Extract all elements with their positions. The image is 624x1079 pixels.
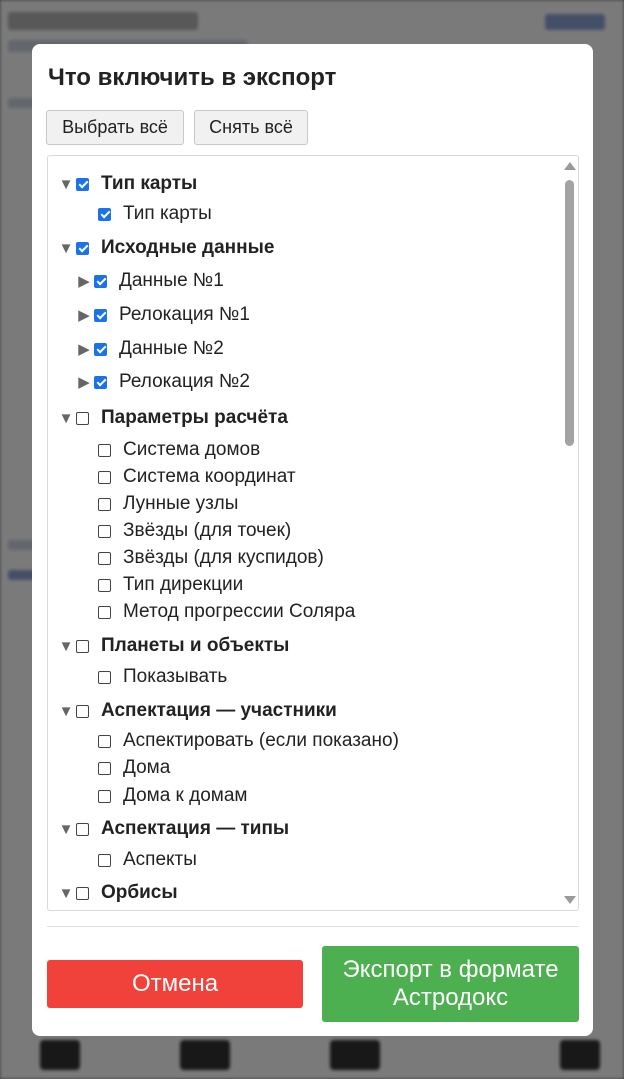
group-label: Аспектация — типы <box>101 818 290 839</box>
select-all-button[interactable]: Выбрать всё <box>46 110 184 145</box>
tree-item[interactable]: Дома <box>98 756 170 780</box>
caret-right-icon[interactable]: ▶ <box>76 341 92 358</box>
tree-item[interactable]: ▶ Релокация №2 <box>76 370 250 394</box>
item-checkbox[interactable] <box>98 470 111 484</box>
tree-group[interactable]: ▼ Параметры расчёта <box>58 406 288 430</box>
item-checkbox[interactable] <box>98 789 111 803</box>
group-label: Планеты и объекты <box>101 635 290 656</box>
export-options-tree[interactable]: ▼ Тип карты Тип карты ▼ Исходные данные ▶ Данн… <box>47 155 579 911</box>
tree-item[interactable]: Метод прогрессии Соляра <box>98 600 355 624</box>
caret-down-icon[interactable]: ▼ <box>58 821 74 838</box>
item-checkbox[interactable] <box>98 551 111 565</box>
tree-item[interactable]: Лунные узлы <box>98 492 238 516</box>
item-label: Лунные узлы <box>123 493 239 514</box>
dialog-title: Что включить в экспорт <box>48 64 337 91</box>
item-checkbox[interactable] <box>98 578 111 592</box>
caret-down-icon[interactable]: ▼ <box>58 885 74 902</box>
caret-right-icon[interactable]: ▶ <box>76 374 92 391</box>
item-checkbox[interactable] <box>98 207 111 221</box>
group-checkbox[interactable] <box>76 177 89 191</box>
group-label: Параметры расчёта <box>101 407 288 428</box>
item-label: Аспекты <box>123 849 197 870</box>
tree-item[interactable]: Аспекты <box>98 848 197 872</box>
item-label: Дома к домам <box>123 785 248 806</box>
group-checkbox[interactable] <box>76 822 89 836</box>
deselect-all-button[interactable]: Снять всё <box>194 110 308 145</box>
tree-group[interactable]: ▼ Аспектация — участники <box>58 699 337 723</box>
group-checkbox[interactable] <box>76 886 89 900</box>
tree-item[interactable]: Тип карты <box>98 202 212 226</box>
item-label: Метод прогрессии Соляра <box>123 601 356 622</box>
item-checkbox[interactable] <box>98 497 111 511</box>
tree-item[interactable]: ▶ Данные №1 <box>76 269 224 293</box>
group-checkbox[interactable] <box>76 704 89 718</box>
export-astrodox-button[interactable]: Экспорт в формате Астродокс <box>322 946 579 1022</box>
item-label: Данные №1 <box>119 270 224 291</box>
item-checkbox[interactable] <box>98 524 111 538</box>
tree-group[interactable]: ▼ Орбисы <box>58 881 178 905</box>
tree-item[interactable]: Тип дирекции <box>98 573 243 597</box>
group-label: Исходные данные <box>101 237 275 258</box>
item-label: Тип карты <box>123 203 212 224</box>
footer-divider <box>47 926 579 927</box>
export-dialog: Что включить в экспорт Выбрать всё Снять… <box>32 44 593 1036</box>
item-checkbox[interactable] <box>98 605 111 619</box>
item-label: Тип дирекции <box>123 574 244 595</box>
scrollbar-thumb[interactable] <box>565 180 574 446</box>
caret-down-icon[interactable]: ▼ <box>58 638 74 655</box>
tree-group[interactable]: ▼ Исходные данные <box>58 236 275 260</box>
item-checkbox[interactable] <box>98 734 111 748</box>
tree-item[interactable]: Аспектировать (если показано) <box>98 729 399 753</box>
caret-down-icon[interactable]: ▼ <box>58 176 74 193</box>
tree-group[interactable]: ▼ Планеты и объекты <box>58 634 290 658</box>
item-checkbox[interactable] <box>94 308 107 322</box>
item-label: Система домов <box>123 439 261 460</box>
group-label: Тип карты <box>101 173 198 194</box>
scroll-up-arrow-icon[interactable] <box>564 162 576 170</box>
tree-item[interactable]: Система координат <box>98 465 296 489</box>
tree-group[interactable]: ▼ Тип карты <box>58 172 198 196</box>
group-checkbox[interactable] <box>76 639 89 653</box>
group-checkbox[interactable] <box>76 241 89 255</box>
group-checkbox[interactable] <box>76 411 89 425</box>
tree-item[interactable]: Система домов <box>98 438 260 462</box>
cancel-button[interactable]: Отмена <box>47 960 303 1008</box>
caret-down-icon[interactable]: ▼ <box>58 240 74 257</box>
tree-group[interactable]: ▼ Аспектация — типы <box>58 817 290 841</box>
group-label: Аспектация — участники <box>101 700 337 721</box>
item-label: Аспектировать (если показано) <box>123 730 399 751</box>
tree-item[interactable]: Показывать <box>98 665 227 689</box>
item-label: Дома <box>123 757 171 778</box>
caret-down-icon[interactable]: ▼ <box>58 703 74 720</box>
caret-right-icon[interactable]: ▶ <box>76 273 92 290</box>
item-label: Данные №2 <box>119 338 224 359</box>
item-checkbox[interactable] <box>98 761 111 775</box>
item-label: Показывать <box>123 666 228 687</box>
caret-right-icon[interactable]: ▶ <box>76 307 92 324</box>
tree-item[interactable]: ▶ Релокация №1 <box>76 303 250 327</box>
item-label: Система координат <box>123 466 296 487</box>
caret-down-icon[interactable]: ▼ <box>58 410 74 427</box>
group-label: Орбисы <box>101 882 178 903</box>
item-checkbox[interactable] <box>94 342 107 356</box>
tree-item[interactable]: Звёзды (для точек) <box>98 519 291 543</box>
item-label: Релокация №2 <box>119 371 250 392</box>
item-checkbox[interactable] <box>98 853 111 867</box>
scroll-down-arrow-icon[interactable] <box>564 896 576 904</box>
item-label: Релокация №1 <box>119 304 250 325</box>
tree-scrollbar[interactable] <box>560 156 578 910</box>
item-checkbox[interactable] <box>98 443 111 457</box>
tree-item[interactable]: Дома к домам <box>98 784 248 808</box>
item-label: Звёзды (для точек) <box>123 520 292 541</box>
item-label: Звёзды (для куспидов) <box>123 547 324 568</box>
item-checkbox[interactable] <box>98 670 111 684</box>
tree-item[interactable]: ▶ Данные №2 <box>76 337 224 361</box>
item-checkbox[interactable] <box>94 375 107 389</box>
item-checkbox[interactable] <box>94 274 107 288</box>
tree-item[interactable]: Звёзды (для куспидов) <box>98 546 324 570</box>
